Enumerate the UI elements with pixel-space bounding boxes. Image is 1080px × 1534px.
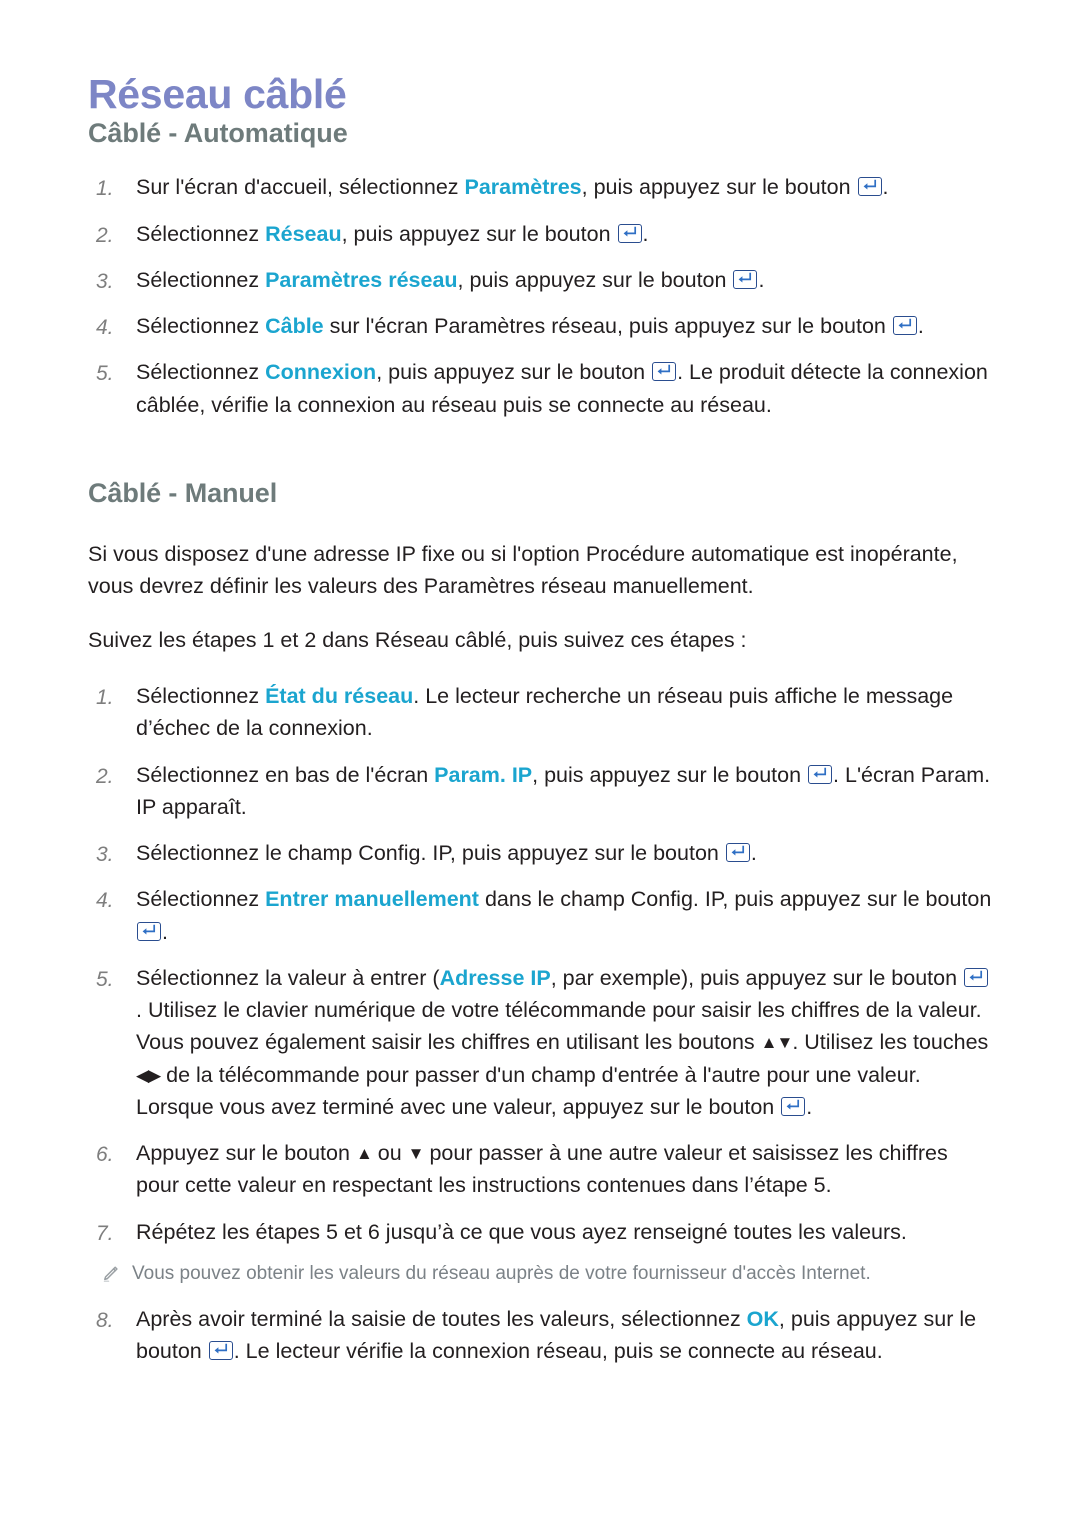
enter-key-icon [857, 177, 882, 197]
step-text: Sélectionnez Réseau, puis appuyez sur le… [136, 221, 649, 246]
keyword-highlight: Paramètres [464, 175, 582, 200]
step-number: 1. [96, 177, 114, 201]
enter-key-icon [781, 1096, 806, 1116]
step-text: Répétez les étapes 5 et 6 jusqu’à ce que… [136, 1219, 907, 1244]
enter-key-icon [725, 843, 750, 863]
step-item: 5. Sélectionnez Connexion, puis appuyez s… [88, 356, 992, 421]
step-text: Sélectionnez État du réseau. Le lecteur … [136, 684, 954, 741]
keyword-highlight: Câble [265, 314, 324, 339]
step-item: 4. Sélectionnez Câble sur l'écran Paramèt… [88, 310, 992, 342]
page-title: Réseau câblé [88, 71, 347, 117]
step-item: 7. Répétez les étapes 5 et 6 jusqu’à ce q… [88, 1216, 992, 1248]
document-content: Réseau câblé Câblé - Automatique 1. Sur l… [88, 71, 992, 1368]
keyword-highlight: Paramètres réseau [265, 267, 458, 292]
enter-key-icon [137, 921, 161, 941]
step-text: Sur l'écran d'accueil, sélectionnez Para… [136, 175, 889, 200]
keyword-highlight: Entrer manuellement [265, 887, 479, 912]
step-number: 1. [96, 686, 114, 710]
section-heading-automatic: Câblé - Automatique [88, 118, 348, 149]
keyword-highlight: Adresse IP [439, 965, 551, 990]
step-number: 4. [96, 889, 114, 913]
note-text: Vous pouvez obtenir les valeurs du résea… [132, 1262, 871, 1284]
steps-list-manual-continued: 8. Après avoir terminé la saisie de toute… [88, 1303, 992, 1368]
steps-list-manual: 1. Sélectionnez État du réseau. Le lecteu… [88, 680, 992, 1248]
enter-key-icon [808, 764, 833, 784]
intro-paragraph: Si vous disposez d'une adresse IP fixe o… [88, 542, 958, 598]
section-heading-manual: Câblé - Manuel [88, 477, 278, 508]
step-item: 3. Sélectionnez Paramètres réseau, puis a… [88, 264, 992, 296]
step-text: Sélectionnez la valeur à entrer (Adresse… [136, 965, 989, 1119]
direction-arrow-icon: ▲ [355, 1144, 373, 1164]
step-number: 2. [96, 764, 114, 788]
enter-key-icon [208, 1341, 233, 1361]
step-number: 4. [96, 316, 114, 340]
step-item: 1. Sur l'écran d'accueil, sélectionnez Pa… [88, 171, 992, 203]
step-number: 5. [96, 967, 114, 991]
step-item: 2. Sélectionnez en bas de l'écran Param. … [88, 759, 992, 824]
enter-key-icon [652, 362, 677, 382]
step-item: 3. Sélectionnez le champ Config. IP, puis… [88, 837, 992, 869]
step-text: Sélectionnez en bas de l'écran Param. IP… [136, 762, 991, 819]
keyword-highlight: OK [746, 1306, 779, 1331]
step-text: Sélectionnez le champ Config. IP, puis a… [136, 841, 757, 866]
step-item: 1. Sélectionnez État du réseau. Le lecteu… [88, 680, 992, 745]
step-text: Sélectionnez Entrer manuellement dans le… [136, 887, 992, 944]
steps-list-automatic: 1. Sur l'écran d'accueil, sélectionnez Pa… [88, 171, 992, 421]
step-item: 6. Appuyez sur le bouton ▲ ou ▼ pour pass… [88, 1137, 992, 1202]
step-number: 7. [96, 1221, 114, 1245]
note-block: Vous pouvez obtenir les valeurs du résea… [88, 1260, 992, 1289]
document-page: Réseau câblé Câblé - Automatique 1. Sur l… [0, 0, 1080, 1534]
manual-intro-paragraphs: Si vous disposez d'une adresse IP fixe o… [88, 539, 992, 656]
pencil-icon [100, 1264, 120, 1289]
enter-key-icon [892, 316, 917, 336]
step-number: 2. [96, 223, 114, 247]
enter-key-icon [617, 223, 642, 243]
step-text: Sélectionnez Connexion, puis appuyez sur… [136, 360, 988, 417]
step-item: 8. Après avoir terminé la saisie de toute… [88, 1303, 992, 1368]
keyword-highlight: Param. IP [434, 762, 533, 787]
step-number: 5. [96, 362, 114, 386]
step-number: 3. [96, 843, 114, 867]
enter-key-icon [733, 269, 758, 289]
keyword-highlight: État du réseau [265, 684, 414, 709]
step-item: 4. Sélectionnez Entrer manuellement dans … [88, 883, 992, 948]
step-item: 5. Sélectionnez la valeur à entrer (Adres… [88, 962, 992, 1123]
step-text: Sélectionnez Câble sur l'écran Paramètre… [136, 314, 924, 339]
intro-paragraph: Suivez les étapes 1 et 2 dans Réseau câb… [88, 627, 747, 652]
direction-arrow-icon: ▲▼ [760, 1033, 794, 1053]
enter-key-icon [964, 967, 989, 987]
step-text: Appuyez sur le bouton ▲ ou ▼ pour passer… [136, 1141, 948, 1198]
direction-arrow-icon: ▼ [407, 1144, 425, 1164]
keyword-highlight: Réseau [265, 221, 342, 246]
step-number: 3. [96, 269, 114, 293]
step-item: 2. Sélectionnez Réseau, puis appuyez sur … [88, 218, 992, 250]
keyword-highlight: Connexion [265, 360, 377, 385]
step-number: 6. [96, 1143, 114, 1167]
direction-arrow-icon: ◀▶ [136, 1065, 161, 1085]
step-number: 8. [96, 1308, 114, 1332]
step-text: Sélectionnez Paramètres réseau, puis app… [136, 267, 765, 292]
step-text: Après avoir terminé la saisie de toutes … [136, 1306, 977, 1364]
